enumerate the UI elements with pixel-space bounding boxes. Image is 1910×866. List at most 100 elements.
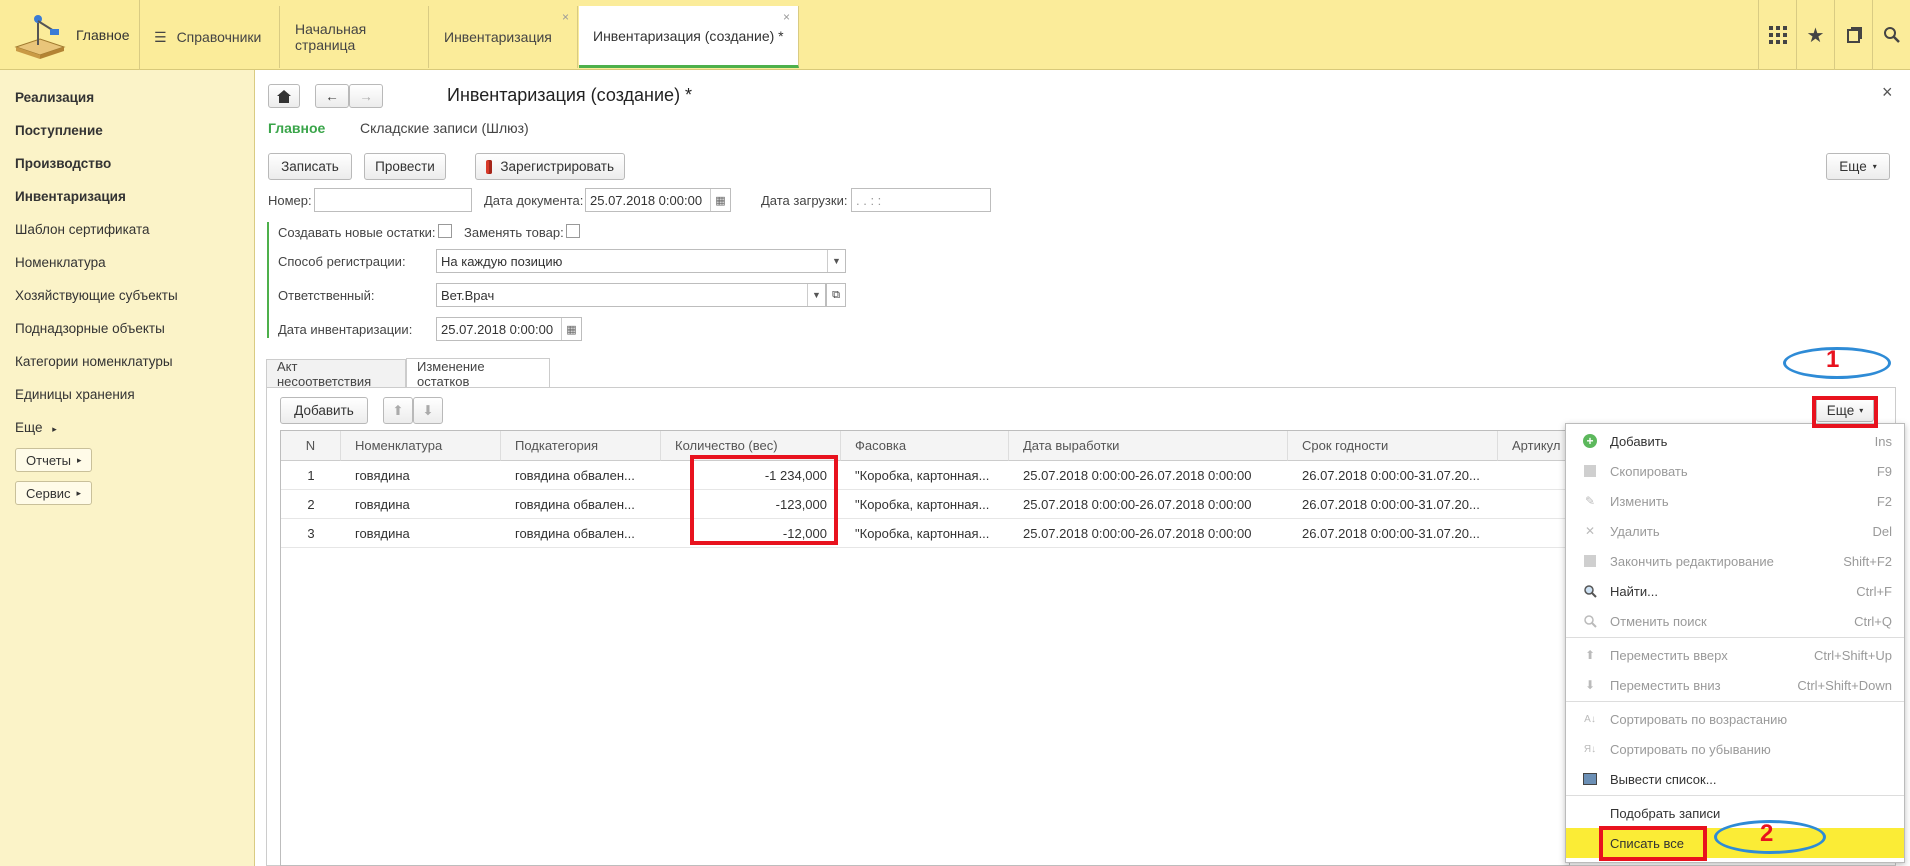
menu-item-delete[interactable]: ✕ Удалить Del bbox=[1566, 516, 1904, 546]
add-row-button[interactable]: Добавить bbox=[280, 397, 368, 424]
menu-item-move-down[interactable]: ⬇ Переместить вниз Ctrl+Shift+Down bbox=[1566, 670, 1904, 700]
chevron-down-icon[interactable]: ▼ bbox=[827, 250, 845, 272]
replace-goods-checkbox[interactable] bbox=[566, 224, 580, 238]
menu-item-end-edit[interactable]: Закончить редактирование Shift+F2 bbox=[1566, 546, 1904, 576]
col-header-subcategory[interactable]: Подкатегория bbox=[501, 431, 661, 461]
sidebar-item-nomenclature[interactable]: Номенклатура bbox=[15, 255, 106, 270]
home-button[interactable] bbox=[268, 84, 300, 108]
menu-item-output-list[interactable]: Вывести список... bbox=[1566, 764, 1904, 794]
apps-icon[interactable] bbox=[1758, 0, 1796, 70]
nav-warehouse-link[interactable]: Складские записи (Шлюз) bbox=[360, 120, 529, 136]
inv-date-input[interactable]: 25.07.2018 0:00:00 ▦ bbox=[436, 317, 582, 341]
table-cell-subcategory[interactable]: говядина обвален... bbox=[501, 490, 661, 519]
col-header-n[interactable]: N bbox=[281, 431, 341, 461]
menu-item-cancel-search[interactable]: Отменить поиск Ctrl+Q bbox=[1566, 606, 1904, 636]
sidebar-item-sales[interactable]: Реализация bbox=[15, 90, 94, 105]
tab-mismatch-act[interactable]: Акт несоответствия bbox=[266, 359, 406, 389]
tab-inventory-create[interactable]: Инвентаризация (создание) * × bbox=[579, 6, 799, 68]
tab-references[interactable]: ☰ Справочники bbox=[140, 6, 280, 68]
col-header-packing[interactable]: Фасовка bbox=[841, 431, 1009, 461]
reports-button[interactable]: Отчеты ▸ bbox=[15, 448, 93, 472]
form-close-icon[interactable]: × bbox=[1882, 82, 1893, 103]
home-label[interactable]: Главное bbox=[76, 27, 130, 43]
load-date-input[interactable]: . . : : bbox=[851, 188, 991, 212]
col-header-nomenclature[interactable]: Номенклатура bbox=[341, 431, 501, 461]
home-section[interactable]: Главное bbox=[0, 0, 140, 70]
col-header-expiry[interactable]: Срок годности bbox=[1288, 431, 1498, 461]
menu-item-label: Вывести список... bbox=[1610, 771, 1717, 787]
menu-item-shortcut: Ctrl+Shift+Up bbox=[1813, 647, 1892, 663]
service-button[interactable]: Сервис ▸ bbox=[15, 481, 93, 505]
table-cell-n[interactable]: 2 bbox=[281, 490, 341, 519]
forward-button[interactable]: → bbox=[349, 84, 383, 108]
save-button[interactable]: Записать bbox=[268, 153, 352, 180]
calendar-icon[interactable]: ▦ bbox=[710, 189, 730, 211]
tab-label: Начальная страница bbox=[295, 21, 367, 53]
reg-method-select[interactable]: На каждую позицию ▼ bbox=[436, 249, 846, 273]
star-icon[interactable]: ★ bbox=[1796, 0, 1834, 70]
table-cell-expiry[interactable]: 26.07.2018 0:00:00-31.07.20... bbox=[1288, 519, 1498, 548]
table-cell-production-date[interactable]: 25.07.2018 0:00:00-26.07.2018 0:00:00 bbox=[1009, 519, 1288, 548]
menu-item-copy[interactable]: Скопировать F9 bbox=[1566, 456, 1904, 486]
table-cell-n[interactable]: 3 bbox=[281, 519, 341, 548]
table-cell-packing[interactable]: "Коробка, картонная... bbox=[841, 461, 1009, 490]
table-cell-article[interactable] bbox=[1498, 519, 1571, 548]
table-cell-subcategory[interactable]: говядина обвален... bbox=[501, 461, 661, 490]
more-button[interactable]: Еще ▾ bbox=[1826, 153, 1890, 180]
sidebar-item-business-entities[interactable]: Хозяйствующие субъекты bbox=[15, 288, 178, 303]
sidebar-item-production[interactable]: Производство bbox=[15, 156, 111, 171]
tab-start-page[interactable]: Начальная страница bbox=[281, 6, 429, 68]
tab-remains-change[interactable]: Изменение остатков bbox=[406, 358, 550, 389]
move-up-button[interactable]: ⬆ bbox=[383, 397, 413, 424]
history-icon[interactable] bbox=[1834, 0, 1872, 70]
register-button[interactable]: Зарегистрировать bbox=[475, 153, 625, 180]
sidebar-item-nomenclature-categories[interactable]: Категории номенклатуры bbox=[15, 354, 173, 369]
sidebar-item-receipts[interactable]: Поступление bbox=[15, 123, 103, 138]
search-icon[interactable] bbox=[1872, 0, 1910, 70]
table-cell-nomenclature[interactable]: говядина bbox=[341, 519, 501, 548]
sidebar-item-storage-units[interactable]: Единицы хранения bbox=[15, 387, 135, 402]
sidebar-item-supervised-objects[interactable]: Поднадзорные объекты bbox=[15, 321, 165, 336]
table-cell-expiry[interactable]: 26.07.2018 0:00:00-31.07.20... bbox=[1288, 461, 1498, 490]
tab-inventory[interactable]: Инвентаризация × bbox=[430, 6, 578, 68]
table-cell-article[interactable] bbox=[1498, 490, 1571, 519]
table-cell-subcategory[interactable]: говядина обвален... bbox=[501, 519, 661, 548]
create-remains-checkbox[interactable] bbox=[438, 224, 452, 238]
post-button[interactable]: Провести bbox=[364, 153, 446, 180]
menu-item-sort-asc[interactable]: A↓ Сортировать по возрастанию bbox=[1566, 704, 1904, 734]
sort-asc-icon: A↓ bbox=[1584, 713, 1596, 725]
chevron-down-icon[interactable]: ▼ bbox=[807, 284, 825, 306]
menu-item-label: Закончить редактирование bbox=[1610, 553, 1774, 569]
doc-date-input[interactable]: 25.07.2018 0:00:00 ▦ bbox=[585, 188, 731, 212]
responsible-select[interactable]: Вет.Врач ▼ bbox=[436, 283, 826, 307]
table-cell-packing[interactable]: "Коробка, картонная... bbox=[841, 519, 1009, 548]
close-tab-icon[interactable]: × bbox=[783, 10, 790, 24]
menu-item-sort-desc[interactable]: Я↓ Сортировать по убыванию bbox=[1566, 734, 1904, 764]
menu-item-edit[interactable]: ✎ Изменить F2 bbox=[1566, 486, 1904, 516]
menu-item-move-up[interactable]: ⬆ Переместить вверх Ctrl+Shift+Up bbox=[1566, 640, 1904, 670]
table-cell-n[interactable]: 1 bbox=[281, 461, 341, 490]
nav-main-link[interactable]: Главное bbox=[268, 120, 325, 136]
table-cell-production-date[interactable]: 25.07.2018 0:00:00-26.07.2018 0:00:00 bbox=[1009, 490, 1288, 519]
close-tab-icon[interactable]: × bbox=[562, 10, 569, 24]
move-down-button[interactable]: ⬇ bbox=[413, 397, 443, 424]
calendar-icon[interactable]: ▦ bbox=[561, 318, 581, 340]
back-button[interactable]: ← bbox=[315, 84, 349, 108]
open-responsible-button[interactable]: ⧉ bbox=[826, 283, 846, 307]
sidebar-item-certificate-template[interactable]: Шаблон сертификата bbox=[15, 222, 150, 237]
table-cell-article[interactable] bbox=[1498, 461, 1571, 490]
col-header-article[interactable]: Артикул bbox=[1498, 431, 1571, 461]
table-cell-packing[interactable]: "Коробка, картонная... bbox=[841, 490, 1009, 519]
menu-item-add[interactable]: + Добавить Ins bbox=[1566, 426, 1904, 456]
table-cell-production-date[interactable]: 25.07.2018 0:00:00-26.07.2018 0:00:00 bbox=[1009, 461, 1288, 490]
menu-item-find[interactable]: Найти... Ctrl+F bbox=[1566, 576, 1904, 606]
col-header-production-date[interactable]: Дата выработки bbox=[1009, 431, 1288, 461]
sidebar-item-more[interactable]: Еще ▸ bbox=[15, 420, 57, 435]
table-cell-expiry[interactable]: 26.07.2018 0:00:00-31.07.20... bbox=[1288, 490, 1498, 519]
sidebar-item-inventory[interactable]: Инвентаризация bbox=[15, 189, 126, 204]
number-input[interactable] bbox=[314, 188, 472, 212]
table-cell-nomenclature[interactable]: говядина bbox=[341, 490, 501, 519]
edit-icon: ✎ bbox=[1584, 494, 1596, 508]
responsible-value: Вет.Врач bbox=[441, 287, 495, 303]
table-cell-nomenclature[interactable]: говядина bbox=[341, 461, 501, 490]
